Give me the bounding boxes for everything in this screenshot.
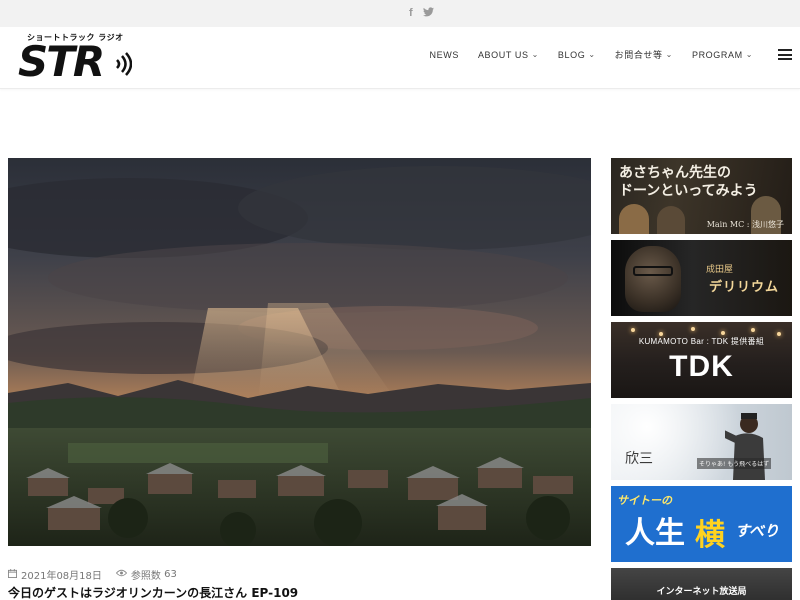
banner-delirium-small: 成田屋 [706, 265, 734, 275]
nav-item-news[interactable]: NEWS [430, 50, 459, 60]
nav-item-about-us[interactable]: ABOUT US ⌄ [478, 50, 539, 60]
site-header: ショートトラック ラジオ STR NEWS ABOUT US ⌄ BLOG ⌄ お問… [0, 27, 800, 89]
banner-asachan-title: あさちゃん先生の ドーンといってみよう [619, 165, 758, 199]
banner-saito-word2: 横 [695, 518, 725, 553]
calendar-icon [8, 568, 17, 581]
banner-delirium[interactable]: 成田屋 デリリウム [611, 240, 792, 316]
site-logo[interactable]: ショートトラック ラジオ STR [18, 32, 136, 86]
facebook-icon[interactable]: f [409, 7, 413, 20]
banner-saito-word1: 人生 [625, 516, 685, 551]
banner-kinzo-caption: そりゃあ! もう飛べるはず [697, 458, 772, 469]
logo-mark: STR [18, 37, 105, 86]
pointing-man-figure [725, 413, 765, 480]
nav-item-blog[interactable]: BLOG ⌄ [558, 50, 596, 60]
banner-asachan-mc: Main MC : 浅川悠子 [706, 220, 784, 229]
banner-saito[interactable]: サイトーの 人生 横 すべり [611, 486, 792, 562]
banner-kinzo[interactable]: 欣三 そりゃあ! もう飛べるはず [611, 404, 792, 480]
banner-saito-word3: すべり [735, 522, 779, 540]
eye-icon [115, 569, 128, 580]
host-portrait [625, 246, 681, 312]
post-title[interactable]: 今日のゲストはラジオリンカーンの長江さん EP-109 [8, 584, 298, 600]
sidebar-banners: あさちゃん先生の ドーンといってみよう Main MC : 浅川悠子 成田屋 デリ… [611, 158, 792, 600]
banner-tdk[interactable]: KUMAMOTO Bar : TDK 提供番組 TDK [611, 322, 792, 398]
social-links: f [409, 7, 434, 20]
post-date: 2021年08月18日 [21, 571, 102, 582]
banner-asachan[interactable]: あさちゃん先生の ドーンといってみよう Main MC : 浅川悠子 [611, 158, 792, 234]
banner-saito-small: サイトーの [617, 494, 672, 507]
hamburger-menu-icon[interactable] [778, 49, 792, 60]
nav-item-contact[interactable]: お問合せ等 ⌄ [615, 48, 673, 61]
nav-item-program[interactable]: PROGRAM ⌄ [692, 50, 753, 60]
twitter-icon[interactable] [422, 7, 434, 20]
banner-delirium-title: デリリウム [709, 280, 780, 295]
main-nav: NEWS ABOUT US ⌄ BLOG ⌄ お問合せ等 ⌄ PROGRAM ⌄ [430, 48, 800, 61]
views-count: 63 [164, 569, 177, 580]
chevron-down-icon: ⌄ [745, 50, 753, 59]
banner-tdk-title: TDK [669, 350, 734, 383]
top-bar: f [0, 0, 800, 27]
chevron-down-icon: ⌄ [531, 50, 539, 59]
chevron-down-icon: ⌄ [588, 50, 596, 59]
banner-tdk-subtitle: KUMAMOTO Bar : TDK 提供番組 [638, 337, 765, 346]
views-label: 参照数 [130, 571, 161, 582]
chevron-down-icon: ⌄ [665, 50, 673, 59]
banner-kinzo-name: 欣三 [625, 451, 653, 467]
featured-image[interactable] [8, 158, 591, 546]
post-meta: 2021年08月18日 参照数 63 [8, 567, 177, 582]
broadcast-waves-icon [116, 52, 132, 76]
banner-internet-radio[interactable]: インターネット放送局 [611, 568, 792, 600]
banner-internet-radio-title: インターネット放送局 [656, 587, 747, 597]
